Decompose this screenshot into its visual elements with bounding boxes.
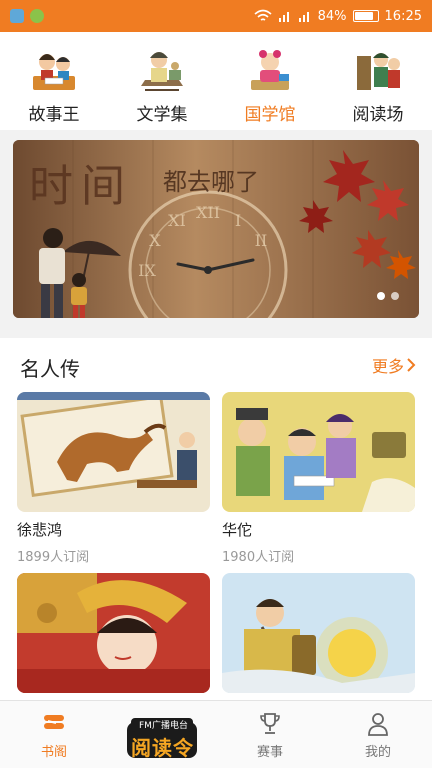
banner-subtitle: 都去哪了 [163, 168, 259, 196]
book-card[interactable]: 华佗 1980人订阅 [222, 392, 415, 565]
empress-cover-illustration [17, 573, 210, 693]
book-cover [17, 573, 210, 693]
user-icon [368, 713, 388, 736]
book-title: 华佗 [222, 521, 253, 539]
banner-slide[interactable]: XII I II XI X IX 时间 都去哪了 [13, 140, 419, 318]
carousel-dot[interactable] [391, 292, 399, 300]
more-label: 更多 [371, 357, 404, 376]
svg-text:XI: XI [168, 211, 186, 230]
banner-carousel: XII I II XI X IX 时间 都去哪了 [0, 130, 432, 330]
status-bar: 84% 16:25 [0, 0, 432, 32]
fm-radio-logo: FM广播电台 阅读令 [125, 716, 199, 762]
book-card[interactable] [17, 573, 210, 700]
category-story-king[interactable]: 故事王 [0, 32, 108, 130]
tab-profile[interactable]: 我的 [324, 701, 432, 768]
story-king-icon [33, 54, 75, 90]
svg-text:IX: IX [138, 261, 156, 280]
signal-icon [298, 12, 309, 22]
book-cover [17, 392, 210, 512]
category-label: 国学馆 [244, 105, 296, 125]
category-label: 文学集 [136, 105, 188, 125]
clock-time: 16:25 [384, 8, 422, 24]
bottom-nav: 书阁 FM广播电台 阅读令 赛事 我的 [0, 700, 432, 768]
literature-icon [141, 52, 183, 91]
subscriber-count: 1899人订阅 [17, 550, 90, 565]
banner-title: 时间 [29, 161, 133, 212]
reading-field-icon [357, 53, 400, 90]
tab-label: 书阁 [40, 745, 67, 760]
signal-percent: 84% [317, 8, 347, 24]
hua-tuo-cover-illustration [222, 392, 415, 512]
category-chinese-classics[interactable]: 国学馆 [216, 32, 324, 130]
tab-book-pavilion[interactable]: 书阁 [0, 701, 108, 768]
trophy-icon [260, 713, 280, 734]
chinese-classics-icon [251, 50, 289, 90]
svg-text:II: II [255, 231, 268, 250]
section-title: 名人传 [20, 357, 80, 381]
xu-beihong-cover-illustration [17, 392, 210, 512]
tab-label: 我的 [364, 745, 391, 760]
svg-text:X: X [149, 231, 161, 250]
carousel-dot-active[interactable] [377, 292, 385, 300]
category-literature[interactable]: 文学集 [108, 32, 216, 130]
scholar-cover-illustration [222, 573, 415, 693]
wifi-icon [254, 9, 272, 21]
tab-competitions[interactable]: 赛事 [216, 701, 324, 768]
svg-text:XII: XII [196, 203, 220, 222]
app-notification-icon [10, 9, 24, 23]
svg-text:I: I [235, 211, 241, 230]
subscriber-count: 1980人订阅 [222, 550, 295, 565]
app-notification-icon [30, 9, 44, 23]
category-label: 故事王 [28, 105, 80, 125]
book-cover [222, 392, 415, 512]
chevron-right-icon [407, 358, 416, 372]
tab-fm-radio[interactable]: FM广播电台 阅读令 [108, 701, 216, 768]
category-nav: 故事王 文学集 国学馆 阅读场 [0, 32, 432, 130]
more-link[interactable]: 更多 [372, 353, 416, 377]
book-title: 徐悲鸿 [17, 521, 63, 539]
book-card[interactable]: 徐悲鸿 1899人订阅 [17, 392, 210, 565]
famous-people-section: 名人传 更多 徐悲鸿 1899人订阅 华佗 1980人订阅 [0, 338, 432, 700]
battery-icon [352, 10, 379, 22]
book-cover [222, 573, 415, 693]
tab-label: 赛事 [256, 745, 283, 760]
logo-top-text: FM广播电台 [139, 720, 188, 731]
logo-main-text: 阅读令 [131, 735, 194, 760]
category-reading-field[interactable]: 阅读场 [324, 32, 432, 130]
category-label: 阅读场 [352, 105, 404, 125]
book-pavilion-icon [44, 715, 64, 729]
book-card[interactable] [222, 573, 415, 700]
signal-icon [278, 12, 289, 22]
